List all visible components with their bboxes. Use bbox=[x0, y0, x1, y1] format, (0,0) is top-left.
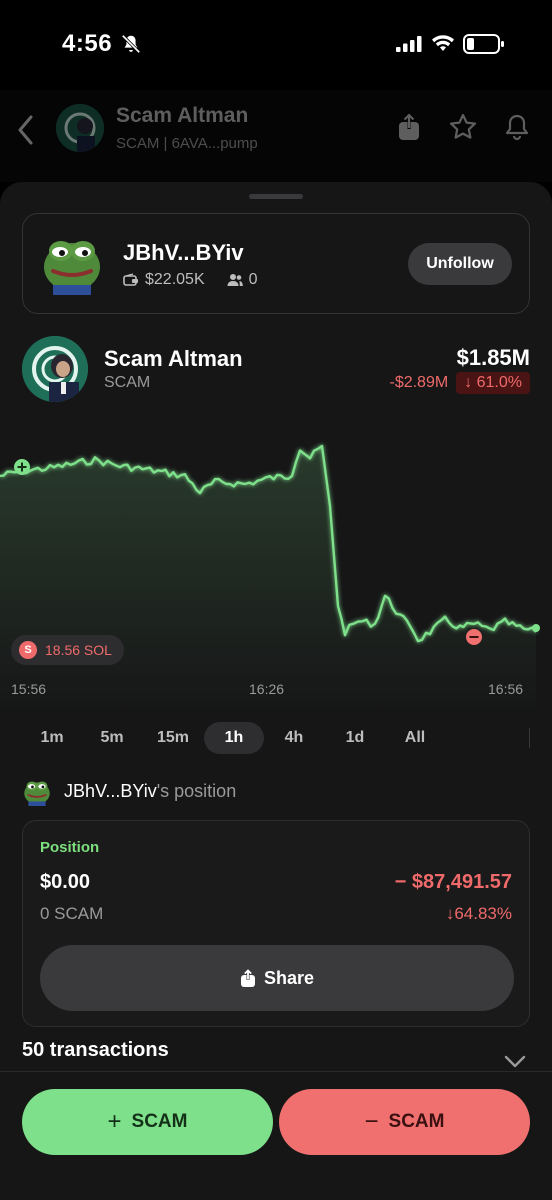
battery-icon bbox=[463, 34, 504, 54]
buy-label: SCAM bbox=[131, 1111, 188, 1132]
bell-icon[interactable] bbox=[502, 112, 532, 142]
change-absolute: -$2.89M bbox=[389, 374, 449, 391]
action-bar: + SCAM − SCAM bbox=[0, 1071, 552, 1200]
position-owner: JBhV...BYiv bbox=[64, 780, 157, 801]
background-title: Scam Altman bbox=[116, 104, 249, 127]
chevron-down-icon[interactable] bbox=[504, 1054, 526, 1068]
trader-avatar bbox=[44, 241, 100, 295]
users-icon bbox=[227, 274, 243, 286]
position-value: $0.00 bbox=[40, 871, 91, 893]
minus-icon: − bbox=[364, 1108, 379, 1135]
sheet-grabber[interactable] bbox=[249, 194, 303, 199]
chart-current-point bbox=[532, 624, 540, 632]
position-amount: 0 SCAM bbox=[40, 904, 104, 923]
status-time: 4:56 bbox=[62, 30, 113, 57]
range-tab-5m[interactable]: 5m bbox=[82, 722, 142, 754]
bell-off-icon bbox=[121, 34, 141, 54]
share-label: Share bbox=[263, 967, 315, 988]
token-symbol: SCAM bbox=[104, 374, 151, 391]
transactions-count[interactable]: 50 transactions bbox=[22, 1039, 169, 1062]
sell-label: SCAM bbox=[388, 1111, 445, 1132]
wallet-icon bbox=[123, 273, 138, 286]
market-cap-change: -$2.89M ↓ 61.0% bbox=[389, 372, 530, 394]
market-cap: $1.85M bbox=[456, 345, 530, 370]
share-button[interactable]: Share bbox=[40, 945, 514, 1011]
share-icon[interactable] bbox=[394, 112, 424, 142]
range-tab-15m[interactable]: 15m bbox=[143, 722, 203, 754]
unfollow-button[interactable]: Unfollow bbox=[408, 243, 512, 285]
range-tab-1m[interactable]: 1m bbox=[22, 722, 82, 754]
change-percent-badge: ↓ 61.0% bbox=[456, 372, 530, 394]
background-actions bbox=[394, 112, 532, 142]
background-subtitle: SCAM | 6AVA...pump bbox=[116, 135, 258, 152]
range-tabs: 1m 5m 15m 1h 4h 1d All bbox=[22, 722, 532, 754]
trader-balance: $22.05K bbox=[145, 271, 205, 288]
token-avatar bbox=[22, 336, 88, 402]
position-owner-suffix: 's position bbox=[156, 780, 237, 801]
position-pnl-percent: ↓64.83% bbox=[445, 904, 512, 923]
buy-button[interactable]: + SCAM bbox=[22, 1089, 273, 1155]
trader-stats: $22.05K 0 bbox=[123, 271, 258, 289]
time-label-end: 16:56 bbox=[488, 681, 524, 697]
trader-name: JBhV...BYiv bbox=[123, 240, 244, 265]
signal-icon bbox=[396, 36, 422, 52]
time-label-start: 15:56 bbox=[11, 681, 47, 697]
range-tab-1h[interactable]: 1h bbox=[204, 722, 264, 754]
position-pnl: − $87,491.57 bbox=[394, 871, 512, 893]
token-avatar-small bbox=[56, 104, 104, 152]
wifi-icon bbox=[432, 35, 454, 51]
price-chart[interactable] bbox=[0, 442, 552, 712]
token-name: Scam Altman bbox=[104, 346, 243, 371]
position-label: Position bbox=[40, 839, 100, 856]
range-tab-1d[interactable]: 1d bbox=[325, 722, 385, 754]
buy-marker[interactable] bbox=[14, 459, 30, 475]
sell-amount-badge: S 18.56 SOL bbox=[11, 635, 124, 665]
trader-followers: 0 bbox=[248, 271, 258, 288]
trader-avatar-small bbox=[24, 781, 50, 806]
status-bar: 4:56 bbox=[0, 0, 552, 90]
share-icon bbox=[240, 969, 255, 987]
range-divider bbox=[529, 728, 530, 748]
sell-badge-icon: S bbox=[19, 641, 37, 659]
back-icon[interactable] bbox=[16, 114, 36, 146]
range-tab-4h[interactable]: 4h bbox=[264, 722, 324, 754]
background-header: Scam Altman SCAM | 6AVA...pump bbox=[0, 90, 552, 182]
sell-button[interactable]: − SCAM bbox=[279, 1089, 530, 1155]
star-icon[interactable] bbox=[448, 112, 478, 142]
token-sheet: JBhV...BYiv $22.05K 0 Unfollow Scam Altm… bbox=[0, 182, 552, 1200]
position-heading: JBhV...BYiv's position bbox=[22, 776, 236, 806]
time-label-mid: 16:26 bbox=[249, 681, 285, 697]
chart-area bbox=[0, 446, 536, 712]
sell-amount: 18.56 SOL bbox=[45, 642, 112, 658]
range-tab-all[interactable]: All bbox=[385, 722, 445, 754]
plus-icon: + bbox=[107, 1108, 122, 1135]
position-card: Position $0.00 − $87,491.57 0 SCAM ↓64.8… bbox=[22, 820, 530, 1027]
sell-marker[interactable] bbox=[466, 629, 482, 645]
trader-card[interactable]: JBhV...BYiv $22.05K 0 Unfollow bbox=[22, 213, 530, 314]
